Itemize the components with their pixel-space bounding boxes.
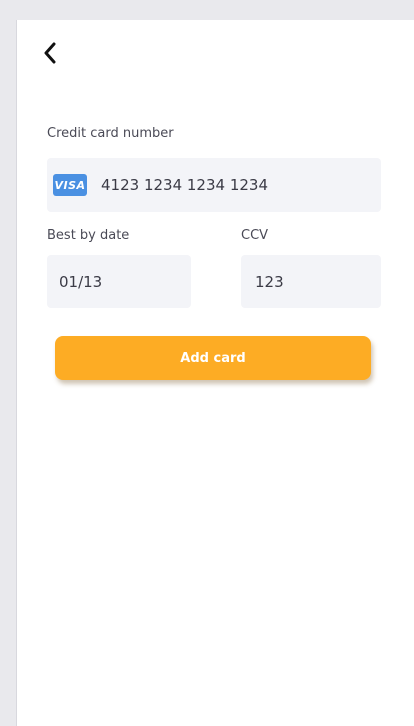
visa-icon: VISA — [53, 174, 87, 196]
ccv-field[interactable] — [241, 255, 381, 308]
add-card-button[interactable]: Add card — [55, 336, 371, 380]
card-number-input[interactable] — [101, 176, 381, 194]
add-card-screen: Credit card number VISA Best by date CCV… — [16, 20, 414, 726]
chevron-left-icon — [44, 42, 56, 64]
back-button[interactable] — [37, 36, 63, 70]
device-frame: Credit card number VISA Best by date CCV… — [0, 0, 414, 726]
ccv-label: CCV — [241, 228, 269, 243]
card-number-field[interactable]: VISA — [47, 158, 381, 212]
ccv-input[interactable] — [255, 272, 381, 291]
card-number-label: Credit card number — [47, 126, 174, 141]
date-label: Best by date — [47, 228, 130, 243]
date-field[interactable] — [47, 255, 191, 308]
date-input[interactable] — [59, 272, 191, 291]
